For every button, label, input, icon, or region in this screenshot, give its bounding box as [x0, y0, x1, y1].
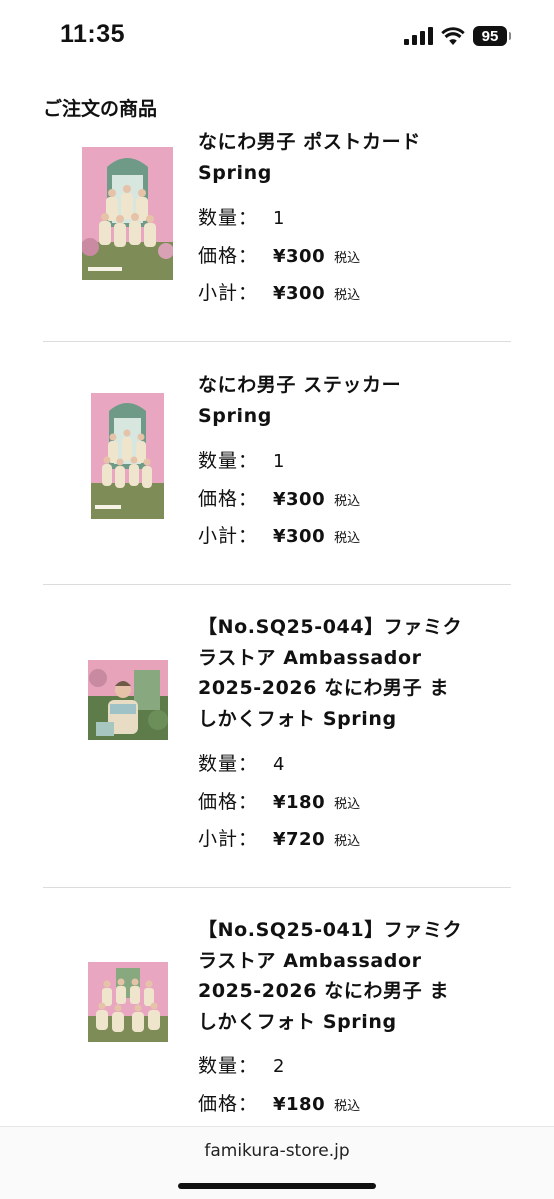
- tax-label: 税込: [334, 251, 361, 266]
- quantity-value: 1: [273, 208, 285, 229]
- quantity-label: 数量：: [198, 1055, 259, 1077]
- price-label: 価格：: [198, 488, 259, 510]
- price-label: 価格：: [198, 1093, 259, 1115]
- price-row: 価格： ¥180 税込: [198, 1089, 360, 1115]
- status-time: 11:35: [60, 20, 126, 48]
- home-indicator[interactable]: [178, 1183, 376, 1189]
- tax-label: 税込: [334, 1099, 361, 1114]
- subtotal-row: 小計： ¥300 税込: [198, 521, 360, 547]
- item-divider: [43, 887, 511, 888]
- price-value: ¥300: [273, 246, 326, 267]
- item-name[interactable]: 【No.SQ25-044】ファミクラストア Ambassador 2025-20…: [198, 612, 468, 734]
- subtotal-label: 小計：: [198, 282, 259, 304]
- wifi-icon: [441, 26, 465, 45]
- product-image-sticker[interactable]: [91, 393, 164, 519]
- subtotal-value: ¥300: [273, 283, 326, 304]
- quantity-value: 1: [273, 451, 285, 472]
- quantity-row: 数量： 1: [198, 446, 285, 472]
- price-value: ¥300: [273, 489, 326, 510]
- item-divider: [43, 341, 511, 342]
- item-divider: [43, 584, 511, 585]
- product-image-square-photo[interactable]: [88, 660, 168, 740]
- tax-label: 税込: [334, 834, 361, 849]
- quantity-label: 数量：: [198, 450, 259, 472]
- quantity-value: 4: [273, 754, 285, 775]
- item-name[interactable]: なにわ男子 ポストカード Spring: [198, 127, 468, 188]
- tax-label: 税込: [334, 288, 361, 303]
- status-bar: 11:35 95: [0, 0, 554, 72]
- product-image-postcard[interactable]: [82, 147, 173, 280]
- price-value: ¥180: [273, 792, 326, 813]
- battery-icon: 95: [473, 26, 511, 46]
- subtotal-label: 小計：: [198, 828, 259, 850]
- product-image-group-square-photo[interactable]: [88, 962, 168, 1042]
- price-row: 価格： ¥300 税込: [198, 241, 360, 267]
- price-label: 価格：: [198, 791, 259, 813]
- price-label: 価格：: [198, 245, 259, 267]
- quantity-label: 数量：: [198, 753, 259, 775]
- status-icons: 95: [404, 25, 511, 47]
- section-title: ご注文の商品: [43, 98, 158, 120]
- quantity-label: 数量：: [198, 207, 259, 229]
- tax-label: 税込: [334, 531, 361, 546]
- subtotal-value: ¥300: [273, 526, 326, 547]
- price-row: 価格： ¥180 税込: [198, 787, 360, 813]
- subtotal-row: 小計： ¥300 税込: [198, 278, 360, 304]
- quantity-row: 数量： 4: [198, 749, 285, 775]
- subtotal-row: 小計： ¥720 税込: [198, 824, 360, 850]
- browser-address-bar[interactable]: famikura-store.jp: [0, 1126, 554, 1199]
- quantity-value: 2: [273, 1056, 285, 1077]
- price-value: ¥180: [273, 1094, 326, 1115]
- tax-label: 税込: [334, 494, 361, 509]
- quantity-row: 数量： 2: [198, 1051, 285, 1077]
- subtotal-label: 小計：: [198, 525, 259, 547]
- item-name[interactable]: 【No.SQ25-041】ファミクラストア Ambassador 2025-20…: [198, 915, 468, 1037]
- tax-label: 税込: [334, 797, 361, 812]
- subtotal-value: ¥720: [273, 829, 326, 850]
- cellular-signal-icon: [404, 27, 433, 45]
- quantity-row: 数量： 1: [198, 203, 285, 229]
- price-row: 価格： ¥300 税込: [198, 484, 360, 510]
- item-name[interactable]: なにわ男子 ステッカー Spring: [198, 370, 468, 431]
- url-text[interactable]: famikura-store.jp: [0, 1141, 554, 1161]
